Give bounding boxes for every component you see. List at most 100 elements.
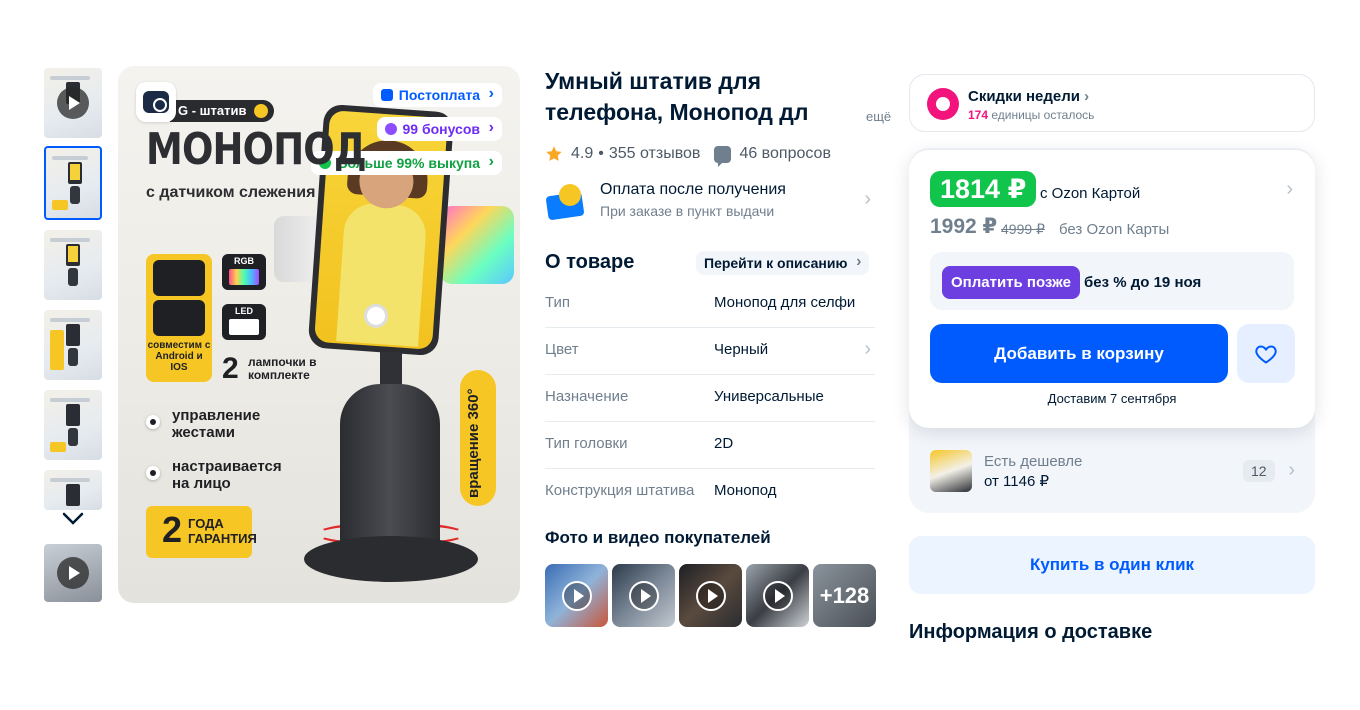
product-title: Умный штатив для телефона, Монопод дл bbox=[545, 68, 809, 125]
postpay-badge[interactable]: Постоплата bbox=[372, 82, 502, 107]
thumb-decor bbox=[50, 330, 64, 370]
thumbnail-list bbox=[43, 68, 103, 608]
bonus-label: 99 бонусов bbox=[402, 121, 481, 137]
reviews-link[interactable]: 355 отзывов bbox=[609, 145, 701, 163]
customer-video-1[interactable] bbox=[545, 564, 608, 627]
compat-block: совместим с Android и IOS bbox=[146, 254, 212, 382]
rgb-label: RGB bbox=[234, 256, 254, 266]
title-more-link[interactable]: ещё bbox=[846, 109, 892, 124]
thumbnail-video-1[interactable] bbox=[44, 68, 102, 138]
customer-video-4[interactable] bbox=[746, 564, 809, 627]
promo-count-suffix: единицы осталось bbox=[988, 108, 1095, 122]
image-tag: G - штатив bbox=[170, 100, 275, 122]
price-card: 1814 ₽ с Ozon Картой › 1992 ₽ 4999 ₽ без… bbox=[909, 150, 1315, 428]
buy-one-click-button[interactable]: Купить в один клик bbox=[909, 536, 1315, 594]
payment-subtitle: При заказе в пункт выдачи bbox=[600, 203, 775, 219]
coin-shape bbox=[559, 184, 581, 206]
payment-after-receipt[interactable]: Оплата после получения При заказе в пунк… bbox=[545, 178, 875, 224]
thumb-decor bbox=[52, 156, 88, 160]
add-to-cart-button[interactable]: Добавить в корзину bbox=[930, 324, 1228, 383]
ozon-card-price: 1814 ₽ bbox=[930, 171, 1037, 207]
chevron-right-icon: › bbox=[864, 188, 871, 210]
play-icon bbox=[695, 580, 726, 611]
thumbnail-video-7[interactable] bbox=[44, 544, 102, 602]
postpay-label: Постоплата bbox=[398, 87, 480, 103]
pay-later-button[interactable]: Оплатить позже bbox=[942, 266, 1080, 299]
thumbnail-image-3[interactable] bbox=[44, 230, 102, 300]
thumb-decor bbox=[50, 478, 90, 482]
questions-link[interactable]: 46 вопросов bbox=[739, 145, 831, 163]
weekly-discounts-banner[interactable]: Скидки недели 174 единицы осталось bbox=[909, 74, 1315, 132]
spec-value: Универсальные bbox=[714, 388, 824, 405]
guarantee-text: ГОДА ГАРАНТИЯ bbox=[188, 516, 257, 546]
rating-row: 4.9 • 355 отзывов 46 вопросов bbox=[545, 144, 831, 167]
customer-video-3[interactable] bbox=[679, 564, 742, 627]
thumb-decor bbox=[70, 186, 80, 204]
play-icon bbox=[57, 87, 89, 119]
feature-face-tracking: настраивается на лицо bbox=[146, 458, 296, 492]
thumb-decor bbox=[50, 398, 90, 402]
customer-photos-more[interactable]: +128 bbox=[813, 564, 876, 627]
pay-later-text: без % до 19 ноя bbox=[1084, 274, 1202, 291]
delivery-date: Доставим 7 сентября bbox=[1047, 391, 1177, 406]
lamps-count: 2 bbox=[222, 352, 239, 385]
delivery-info-heading: Информация о доставке bbox=[909, 621, 1153, 643]
spec-value: 2D bbox=[714, 435, 734, 452]
feature-gestures: управление жестами bbox=[146, 407, 266, 441]
bonus-badge[interactable]: 99 бонусов bbox=[376, 116, 502, 141]
android-icon bbox=[153, 260, 205, 296]
lamps-text: лампочки в комплекте bbox=[248, 355, 317, 382]
cheaper-price: от 1146 ₽ bbox=[984, 473, 1050, 490]
thumb-decor bbox=[50, 318, 90, 322]
thumb-decor bbox=[50, 76, 90, 80]
chevron-right-icon[interactable]: › bbox=[1286, 178, 1293, 201]
image-base-plate bbox=[304, 536, 478, 582]
customer-video-2[interactable] bbox=[612, 564, 675, 627]
rotation-text: вращение 360° bbox=[465, 388, 482, 498]
chevron-down-icon[interactable] bbox=[61, 510, 85, 526]
favorite-button[interactable] bbox=[1237, 324, 1295, 383]
led-label: LED bbox=[235, 306, 253, 316]
about-heading: О товаре bbox=[545, 251, 635, 273]
thumbnail-image-5[interactable] bbox=[44, 390, 102, 460]
thumbnail-image-4[interactable] bbox=[44, 310, 102, 380]
guarantee-badge: 2 ГОДА ГАРАНТИЯ bbox=[146, 506, 257, 558]
spec-row-color[interactable]: Цвет Черный › bbox=[545, 328, 875, 375]
spec-value: Черный bbox=[714, 341, 769, 358]
image-subheadline: с датчиком слежения bbox=[146, 184, 316, 201]
thumbnail-image-2[interactable] bbox=[44, 146, 102, 220]
led-lamp-icon bbox=[229, 319, 259, 335]
spec-row: Тип головки 2D bbox=[545, 422, 875, 469]
search-camera-icon[interactable] bbox=[136, 82, 176, 122]
image-rgb-light bbox=[440, 206, 514, 284]
thumb-decor bbox=[50, 442, 66, 452]
discount-icon bbox=[927, 88, 959, 120]
play-icon bbox=[762, 580, 793, 611]
play-icon bbox=[57, 557, 89, 589]
goto-description-button[interactable]: Перейти к описанию bbox=[696, 250, 870, 275]
customer-photos-heading: Фото и видео покупателей bbox=[545, 528, 771, 547]
customer-photos: +128 bbox=[545, 564, 876, 628]
thumb-decor bbox=[66, 484, 80, 506]
spec-key: Тип головки bbox=[545, 435, 628, 452]
play-icon bbox=[561, 580, 592, 611]
cheaper-offers[interactable]: Есть дешевле от 1146 ₽ 12 › bbox=[909, 446, 1315, 498]
thumbnail-image-6[interactable] bbox=[44, 470, 102, 510]
spec-row: Конструкция штатива Монопод bbox=[545, 469, 875, 516]
question-icon bbox=[714, 145, 732, 167]
apple-icon bbox=[153, 300, 205, 336]
spec-key: Конструкция штатива bbox=[545, 482, 695, 499]
wallet-icon bbox=[380, 89, 393, 101]
image-headline: МОНОПОД bbox=[146, 124, 367, 175]
main-product-image[interactable]: G - штатив Постоплата 99 бонусов Больше … bbox=[118, 66, 520, 603]
bonus-icon bbox=[384, 123, 397, 135]
rating-value: 4.9 bbox=[571, 145, 594, 162]
star-icon bbox=[546, 146, 562, 161]
thumb-decor bbox=[50, 238, 90, 242]
thumb-decor bbox=[68, 428, 78, 446]
specs-list: Тип Монопод для селфи Цвет Черный › Назн… bbox=[545, 281, 875, 516]
spec-key: Тип bbox=[545, 294, 571, 311]
spec-row: Тип Монопод для селфи bbox=[545, 281, 875, 328]
spec-row: Назначение Универсальные bbox=[545, 375, 875, 422]
led-tile: LED bbox=[222, 304, 266, 340]
